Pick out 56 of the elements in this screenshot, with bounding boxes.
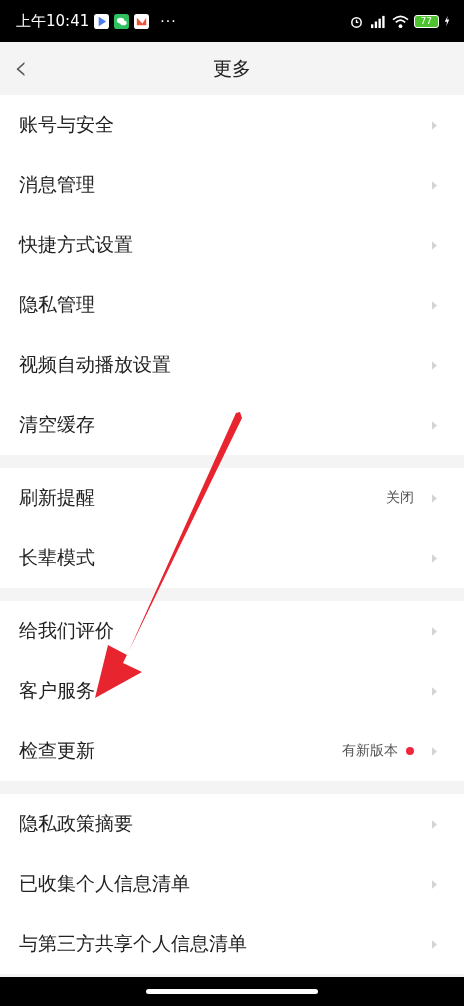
chevron-icon	[432, 300, 437, 310]
chevron-icon	[432, 420, 437, 430]
page-title: 更多	[213, 55, 251, 81]
chevron-icon	[432, 493, 437, 503]
item-label: 清空缓存	[19, 412, 95, 437]
item-value: 关闭	[386, 489, 414, 507]
chat-icon	[114, 13, 130, 29]
back-button[interactable]: ‹	[14, 50, 28, 84]
settings-item[interactable]: 消息管理	[0, 155, 464, 215]
item-label: 隐私政策摘要	[19, 811, 133, 836]
wifi-icon	[391, 13, 409, 29]
item-label: 消息管理	[19, 172, 95, 197]
chevron-icon	[432, 746, 437, 756]
item-label: 长辈模式	[19, 545, 95, 570]
item-label: 隐私管理	[19, 292, 95, 317]
item-label: 视频自动播放设置	[19, 352, 171, 377]
item-value: 有新版本	[342, 742, 398, 760]
item-label: 账号与安全	[19, 112, 114, 137]
chevron-icon	[432, 879, 437, 889]
app-icon	[134, 13, 150, 29]
item-label: 客户服务	[19, 678, 95, 703]
chevron-icon	[432, 180, 437, 190]
item-label: 检查更新	[19, 738, 95, 763]
chevron-icon	[432, 686, 437, 696]
settings-item[interactable]: 与第三方共享个人信息清单	[0, 914, 464, 974]
item-label: 已收集个人信息清单	[19, 871, 190, 896]
item-label: 快捷方式设置	[19, 232, 133, 257]
settings-item[interactable]: 长辈模式	[0, 528, 464, 588]
chevron-icon	[432, 553, 437, 563]
chevron-icon	[432, 240, 437, 250]
home-indicator[interactable]	[146, 989, 318, 994]
item-label: 与第三方共享个人信息清单	[19, 931, 247, 956]
settings-item[interactable]: 刷新提醒 关闭	[0, 468, 464, 528]
chevron-icon	[432, 939, 437, 949]
item-label: 刷新提醒	[19, 485, 95, 510]
settings-item[interactable]: 已收集个人信息清单	[0, 854, 464, 914]
more-indicator: ···	[160, 13, 177, 29]
settings-item[interactable]: 快捷方式设置	[0, 215, 464, 275]
status-time: 上午10:41	[16, 11, 90, 31]
settings-item[interactable]: 账号与安全	[0, 95, 464, 155]
settings-item[interactable]: 隐私政策摘要	[0, 794, 464, 854]
charging-icon	[444, 15, 450, 27]
chevron-icon	[432, 120, 437, 130]
item-label: 给我们评价	[19, 618, 114, 643]
chevron-icon	[432, 819, 437, 829]
settings-item[interactable]: 给我们评价	[0, 601, 464, 661]
chevron-icon	[432, 360, 437, 370]
settings-item[interactable]: 检查更新 有新版本	[0, 721, 464, 781]
battery-indicator: 77	[413, 14, 439, 28]
settings-item[interactable]: 隐私管理	[0, 275, 464, 335]
settings-item[interactable]: 视频自动播放设置	[0, 335, 464, 395]
settings-item[interactable]: 清空缓存	[0, 395, 464, 455]
settings-item[interactable]: 客户服务	[0, 661, 464, 721]
signal-icon	[369, 13, 387, 29]
play-icon	[94, 13, 110, 29]
chevron-icon	[432, 626, 437, 636]
